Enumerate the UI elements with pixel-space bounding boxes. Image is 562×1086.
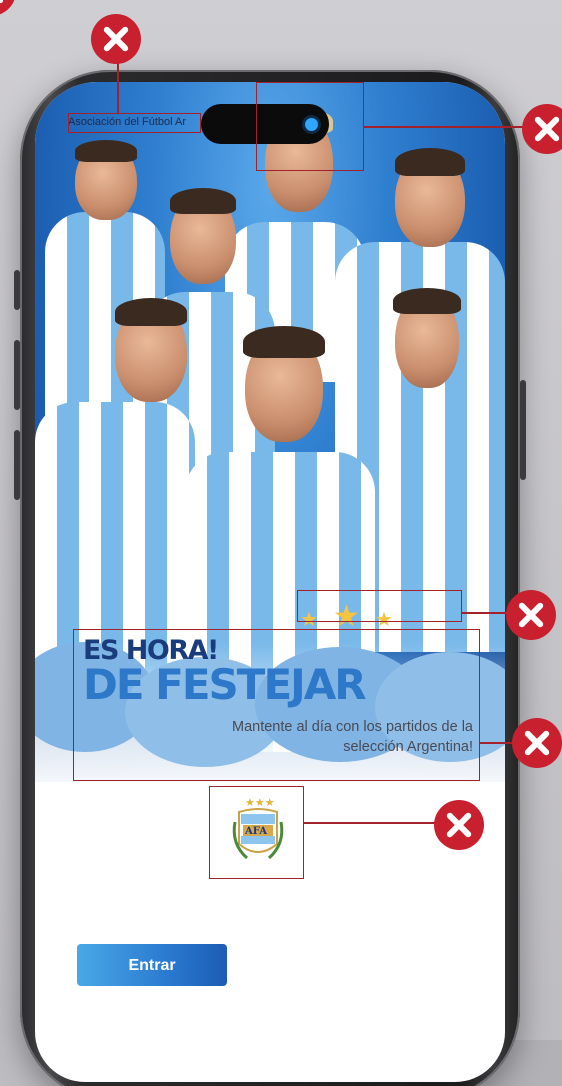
connector-line [304,822,438,824]
close-icon[interactable] [506,590,556,640]
connector-line [480,742,516,744]
close-icon[interactable] [522,104,562,154]
headline-highlight [73,629,480,781]
enter-button[interactable]: Entrar [77,944,227,986]
app-screen: Asociación del Fútbol Ar ★ ★ ★ ES HORA! … [35,82,505,1082]
close-icon[interactable] [434,800,484,850]
close-icon[interactable] [512,718,562,768]
connector-line [364,126,524,128]
crest-highlight [209,786,304,879]
camera-highlight [256,82,364,171]
background: Asociación del Fútbol Ar ★ ★ ★ ES HORA! … [0,0,562,1086]
volume-down-button [14,430,20,500]
mute-switch [14,270,20,310]
power-button [520,380,526,480]
close-icon[interactable] [0,0,16,16]
brand-text-highlight [68,113,201,133]
volume-up-button [14,340,20,410]
stars-highlight [297,590,462,622]
connector-line [462,612,510,614]
close-icon[interactable] [91,14,141,64]
